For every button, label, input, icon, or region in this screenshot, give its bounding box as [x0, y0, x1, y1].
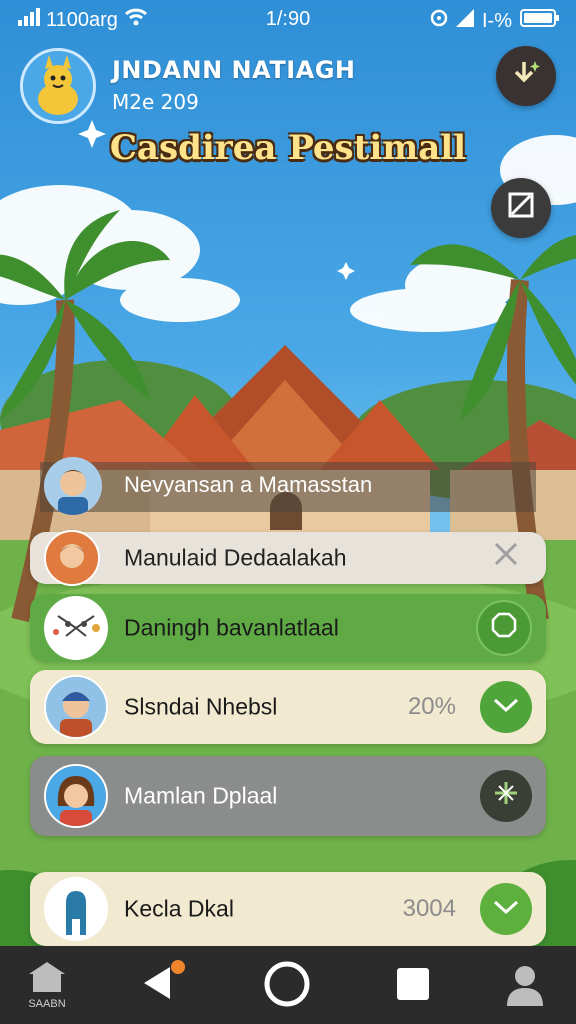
list-item-2[interactable]: Daningh bavanlatlaal: [30, 594, 546, 662]
subtitle-avatar: [44, 457, 102, 515]
list-item-action[interactable]: [480, 883, 532, 935]
list-item-action[interactable]: [480, 681, 532, 733]
app-background: 1100arg 1/:90 I-% JNDANN NATIAGH M2e 209…: [0, 0, 576, 1024]
list-item-action[interactable]: [476, 600, 532, 656]
download-arrow-icon: [511, 58, 541, 95]
list-item-label: Manulaid Dedaalakah: [124, 544, 347, 571]
nav-home-button[interactable]: SAABN: [12, 958, 82, 1014]
list-item-1[interactable]: Manulaid Dedaalakah: [30, 530, 546, 586]
list-item-label: Mamlan Dplaal: [124, 782, 278, 809]
page-title: Casdirea Pestimall: [109, 128, 467, 168]
list-item-percent: 20%: [407, 693, 456, 720]
bottom-nav-bar: SAABN: [0, 946, 576, 1024]
status-bar: 1100arg 1/:90 I-%: [0, 0, 576, 40]
octagon-icon: [491, 612, 517, 644]
alarm-icon: [430, 9, 448, 33]
profile-nav-button[interactable]: [490, 958, 560, 1014]
avatar: [44, 764, 108, 828]
status-right: I-%: [430, 8, 560, 34]
avatar: [44, 877, 108, 941]
list-item-4[interactable]: Mamlan Dplaal: [30, 756, 546, 836]
chevron-check-icon: [492, 895, 520, 923]
sparkle-icon: [492, 779, 520, 813]
list-item-5[interactable]: Kecla Dkal 3004: [30, 872, 546, 946]
house-icon: [27, 962, 67, 998]
profile-name: JNDANN NATIAGH: [112, 56, 356, 84]
back-triangle-icon: [136, 959, 186, 1013]
battery-icon: [520, 8, 560, 34]
cell-signal-icon: [456, 9, 474, 33]
list-item-action[interactable]: [480, 770, 532, 822]
home-button[interactable]: [252, 958, 322, 1014]
home-circle-icon: [262, 959, 312, 1013]
list-item-3[interactable]: Slsndai Nhebsl 20%: [30, 670, 546, 744]
list-item-label: Daningh bavanlatlaal: [124, 614, 339, 641]
close-icon: [492, 540, 520, 576]
battery-percent: I-%: [482, 9, 512, 32]
avatar: [44, 675, 108, 739]
download-button[interactable]: [496, 46, 556, 106]
back-button[interactable]: [126, 958, 196, 1014]
chevron-check-icon: [492, 693, 520, 721]
subtitle-text: Nevyansan a Mamasstan: [124, 472, 373, 497]
list-item-percent: 3004: [402, 895, 456, 922]
user-icon: [503, 962, 547, 1010]
nav-home-label: SAABN: [28, 998, 66, 1010]
list-item-label: Slsndai Nhebsl: [124, 693, 278, 720]
profile-avatar[interactable]: [20, 48, 96, 124]
profile-subtitle: M2e 209: [112, 90, 199, 114]
expand-icon: [506, 190, 536, 227]
avatar: [44, 530, 100, 586]
list-item-label: Kecla Dkal: [124, 895, 234, 922]
expand-button[interactable]: [491, 178, 551, 238]
recents-button[interactable]: [378, 958, 448, 1014]
close-button[interactable]: [480, 532, 532, 584]
avatar: [44, 596, 108, 660]
recents-square-icon: [393, 964, 433, 1008]
